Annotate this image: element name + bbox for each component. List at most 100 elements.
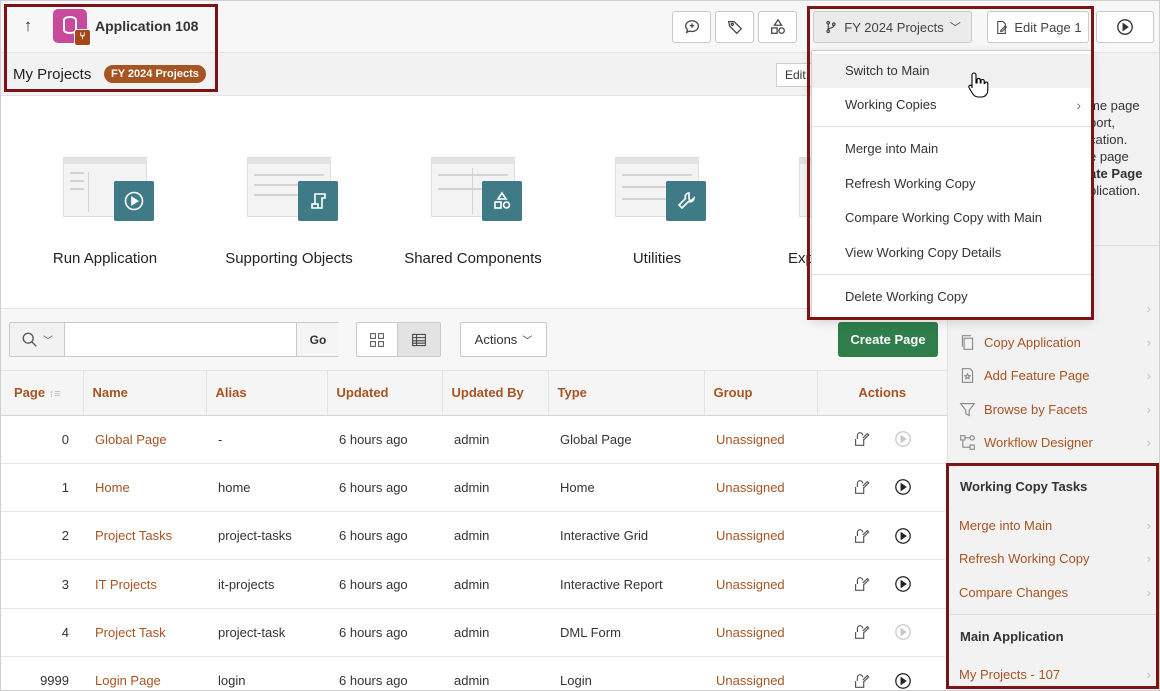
run-page-button[interactable] [1096, 11, 1154, 43]
copy-application-link[interactable]: Copy Application › [959, 331, 1153, 353]
edit-page-icon [997, 20, 1008, 34]
add-feature-page-link[interactable]: Add Feature Page › [959, 364, 1153, 386]
updated-by-cell: admin [442, 415, 548, 464]
table-row: 4 Project Task project-task 6 hours ago admi… [1, 608, 947, 657]
search-input[interactable] [66, 323, 296, 356]
tag-button[interactable] [715, 11, 754, 43]
browse-by-facets-link[interactable]: Browse by Facets › [959, 398, 1153, 420]
working-copy-dropdown[interactable]: FY 2024 Projects ﹀ [813, 11, 972, 43]
search-column-selector[interactable]: ﹀ [10, 323, 65, 356]
page-number-cell: 4 [1, 608, 83, 657]
group-cell[interactable]: Unassigned [704, 656, 817, 690]
main-application-link[interactable]: My Projects - 107 › [959, 663, 1153, 685]
up-arrow-icon[interactable]: ↑ [17, 15, 39, 37]
table-row: 2 Project Tasks project-tasks 6 hours ago ad… [1, 511, 947, 561]
run-page-icon[interactable] [893, 477, 913, 497]
page-name-link[interactable]: Project Task [83, 608, 206, 657]
feature-page-icon [961, 367, 974, 383]
page-number-cell: 1 [1, 463, 83, 513]
report-toolbar: ﹀ Go Actions ﹀ Create Page [1, 309, 947, 371]
column-header-updated-by[interactable]: Updated By [442, 371, 549, 416]
page-name-link[interactable]: Home [83, 463, 206, 513]
grid-icon [370, 332, 384, 347]
type-cell: DML Form [548, 608, 704, 657]
column-header-page[interactable]: Page ↑≡ [1, 371, 84, 416]
branch-label: FY 2024 Projects [844, 19, 944, 35]
lock-edit-icon[interactable] [851, 671, 871, 690]
menu-item-view-details[interactable]: View Working Copy Details [812, 236, 1091, 270]
menu-item-merge-into-main[interactable]: Merge into Main [812, 132, 1091, 166]
chevron-right-icon: › [1146, 334, 1151, 350]
run-page-icon[interactable] [893, 526, 913, 546]
tile-shared-components[interactable]: Shared Components [393, 155, 553, 285]
page-name-link[interactable]: Global Page [83, 415, 206, 464]
lock-edit-icon[interactable] [851, 574, 871, 594]
panel-divider [949, 464, 1159, 465]
workflow-icon [960, 434, 975, 450]
search-icon [22, 332, 37, 347]
menu-item-delete-working-copy[interactable]: Delete Working Copy [812, 280, 1091, 314]
run-page-icon[interactable] [893, 671, 913, 690]
compare-changes-link[interactable]: Compare Changes › [959, 581, 1153, 603]
working-copy-menu: Switch to Main Working Copies › Merge int… [811, 50, 1092, 319]
page-name-link[interactable]: Project Tasks [83, 511, 206, 561]
refresh-working-copy-link[interactable]: Refresh Working Copy › [959, 547, 1153, 569]
report-view-button[interactable] [398, 322, 441, 357]
workflow-designer-link[interactable]: Workflow Designer › [959, 431, 1153, 453]
type-cell: Interactive Report [548, 559, 704, 609]
go-button[interactable]: Go [296, 323, 339, 356]
tile-run-application[interactable]: Run Application [25, 155, 185, 285]
group-cell[interactable]: Unassigned [704, 463, 817, 513]
lock-edit-icon[interactable] [851, 477, 871, 497]
pages-table: Page ↑≡ Name Alias Updated Updated By Ty… [1, 371, 947, 690]
group-cell[interactable]: Unassigned [704, 511, 817, 561]
wrench-icon [666, 181, 706, 221]
column-header-name[interactable]: Name [83, 371, 207, 416]
branch-icon [826, 21, 836, 33]
lock-edit-icon[interactable] [851, 526, 871, 546]
column-header-group[interactable]: Group [704, 371, 818, 416]
menu-item-switch-to-main[interactable]: Switch to Main [812, 54, 1091, 88]
chevron-down-icon: ﹀ [43, 336, 53, 347]
column-header-updated[interactable]: Updated [327, 371, 443, 416]
menu-item-compare-working-copy[interactable]: Compare Working Copy with Main [812, 201, 1091, 235]
lock-edit-icon[interactable] [851, 622, 871, 642]
panel-divider [949, 614, 1159, 615]
page-name-link[interactable]: Login Page [83, 656, 206, 690]
lock-edit-icon[interactable] [851, 429, 871, 449]
create-page-button[interactable]: Create Page [838, 322, 938, 357]
page-number-cell: 0 [1, 415, 83, 464]
run-page-icon[interactable] [893, 574, 913, 594]
main-application-heading: Main Application [960, 629, 1064, 644]
group-cell[interactable]: Unassigned [704, 608, 817, 657]
tile-supporting-objects[interactable]: Supporting Objects [209, 155, 369, 285]
chevron-right-icon: › [1146, 434, 1151, 450]
alias-cell: login [206, 656, 327, 690]
updated-by-cell: admin [442, 608, 548, 657]
menu-item-refresh-working-copy[interactable]: Refresh Working Copy [812, 167, 1091, 201]
application-icon: ⑂ [53, 9, 91, 46]
column-header-type[interactable]: Type [548, 371, 705, 416]
actions-menu-button[interactable]: Actions ﹀ [460, 322, 547, 357]
page-name-link[interactable]: IT Projects [83, 559, 206, 609]
updated-by-cell: admin [442, 463, 548, 513]
table-row: 9999 Login Page login 6 hours ago admin Login… [1, 656, 947, 690]
updated-cell: 6 hours ago [327, 415, 442, 464]
merge-into-main-link[interactable]: Merge into Main › [959, 514, 1153, 536]
edit-app-button[interactable]: Edit [776, 63, 816, 87]
shared-components-button[interactable] [758, 11, 797, 43]
group-cell[interactable]: Unassigned [704, 559, 817, 609]
type-cell: Global Page [548, 415, 704, 464]
group-cell[interactable]: Unassigned [704, 415, 817, 464]
table-header-row: Page ↑≡ Name Alias Updated Updated By Ty… [1, 371, 947, 416]
tile-utilities[interactable]: Utilities [577, 155, 737, 285]
chevron-right-icon: › [1146, 517, 1151, 533]
type-cell: Home [548, 463, 704, 513]
column-header-alias[interactable]: Alias [206, 371, 328, 416]
comments-button[interactable] [672, 11, 711, 43]
edit-page-button[interactable]: Edit Page 1 [987, 11, 1089, 43]
menu-item-working-copies[interactable]: Working Copies › [812, 88, 1091, 122]
play-icon [1117, 19, 1133, 35]
icon-view-button[interactable] [356, 322, 398, 357]
actions-cell [817, 608, 947, 657]
